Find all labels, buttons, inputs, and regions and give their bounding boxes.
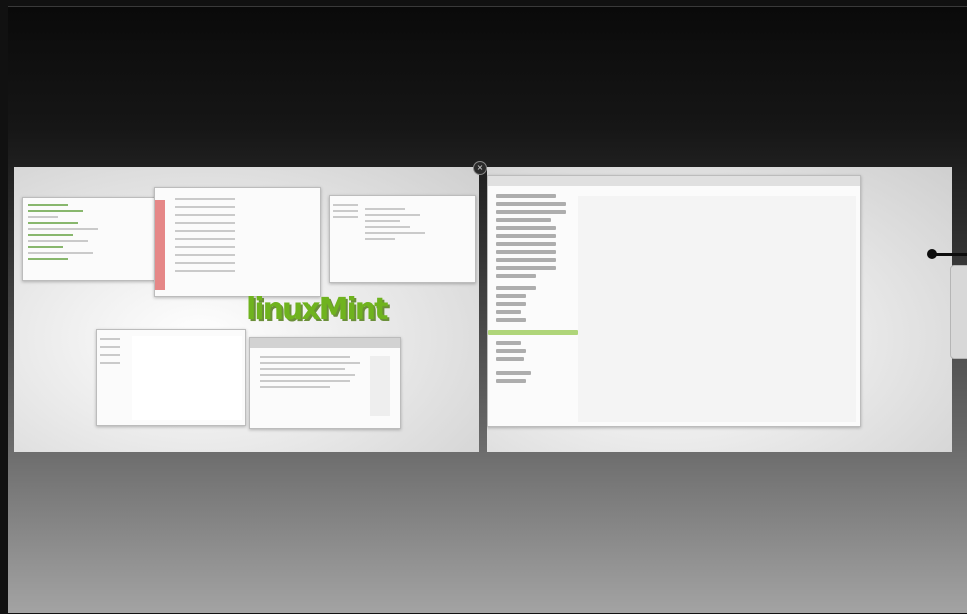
workspace-2-thumbnail[interactable] [487,167,952,452]
file-manager-window-thumbnail[interactable] [487,175,861,427]
next-workspace-edge[interactable] [950,265,967,359]
file-list-window-thumbnail[interactable] [154,187,321,297]
desktop-background-logo: linuxMint [246,292,388,327]
file-manager-window-thumbnail[interactable] [96,329,246,426]
workspace-overview: linuxMint × [8,6,967,613]
close-icon[interactable]: × [473,161,487,175]
text-editor-window-thumbnail[interactable] [22,197,164,281]
ide-window-thumbnail[interactable] [329,195,476,283]
navigation-pointer-line [935,253,967,256]
browser-window-thumbnail[interactable] [249,337,401,429]
workspace-1-thumbnail[interactable]: linuxMint [14,167,479,452]
